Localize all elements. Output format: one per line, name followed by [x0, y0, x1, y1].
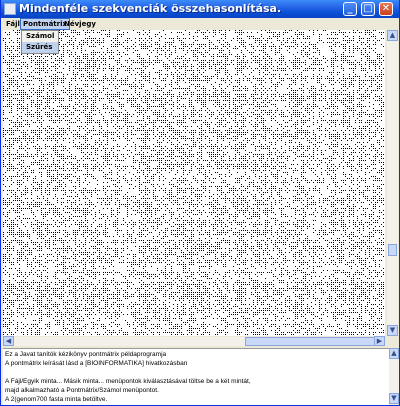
- horizontal-scroll-thumb[interactable]: [245, 337, 383, 346]
- maximize-button[interactable]: □: [361, 2, 375, 16]
- minimize-button[interactable]: _: [343, 2, 357, 16]
- menu-bar: Fájl Pontmátrix Névjegy: [1, 18, 399, 30]
- close-button[interactable]: ✕: [379, 2, 393, 16]
- vertical-scroll-thumb[interactable]: [388, 244, 397, 256]
- info-line: A pontmátrix leírását lásd a [BIOINFORMA…: [5, 360, 188, 367]
- text-scroll-down-arrow-icon[interactable]: ▼: [389, 393, 399, 404]
- plot-vertical-scrollbar[interactable]: ▲ ▼: [387, 30, 398, 336]
- menu-item-compute[interactable]: Számol: [22, 31, 58, 42]
- info-line: Ez a Javat tanítók kézikönyv pontmátrix …: [5, 351, 167, 358]
- menu-item-filter[interactable]: Szűrés: [22, 42, 58, 53]
- info-line: majd alkalmazható a Pontmátrix/Számol me…: [5, 387, 159, 394]
- text-scroll-up-arrow-icon[interactable]: ▲: [389, 348, 399, 359]
- app-icon: [4, 3, 16, 15]
- close-icon: ✕: [381, 3, 391, 14]
- window-title: Mindenféle szekvenciák összehasonlítása.: [19, 2, 282, 15]
- menu-about[interactable]: Névjegy: [62, 18, 98, 30]
- dotmatrix-dropdown-menu: Számol Szűrés: [21, 30, 59, 54]
- info-line: A 2(genom700 fasta minta betöltve.: [5, 396, 108, 403]
- scroll-right-arrow-icon[interactable]: ▶: [374, 336, 385, 346]
- minimize-icon: _: [347, 3, 353, 14]
- scroll-up-arrow-icon[interactable]: ▲: [387, 30, 398, 41]
- dot-matrix-canvas: [3, 30, 384, 335]
- title-bar[interactable]: Mindenféle szekvenciák összehasonlítása.…: [1, 0, 399, 18]
- maximize-icon: □: [363, 3, 373, 14]
- text-vertical-scrollbar[interactable]: ▲ ▼: [389, 348, 399, 404]
- application-window: Mindenféle szekvenciák összehasonlítása.…: [0, 0, 400, 406]
- info-line: A Fájl/Egyik minta... Másik minta... men…: [5, 378, 251, 385]
- dot-matrix-plot[interactable]: [3, 30, 385, 336]
- info-text-area[interactable]: Ez a Javat tanítók kézikönyv pontmátrix …: [3, 348, 389, 405]
- scroll-left-arrow-icon[interactable]: ◀: [3, 336, 14, 346]
- plot-horizontal-scrollbar[interactable]: ◀ ▶: [3, 336, 385, 346]
- dot-matrix-dots: [3, 30, 384, 335]
- scroll-down-arrow-icon[interactable]: ▼: [387, 325, 398, 336]
